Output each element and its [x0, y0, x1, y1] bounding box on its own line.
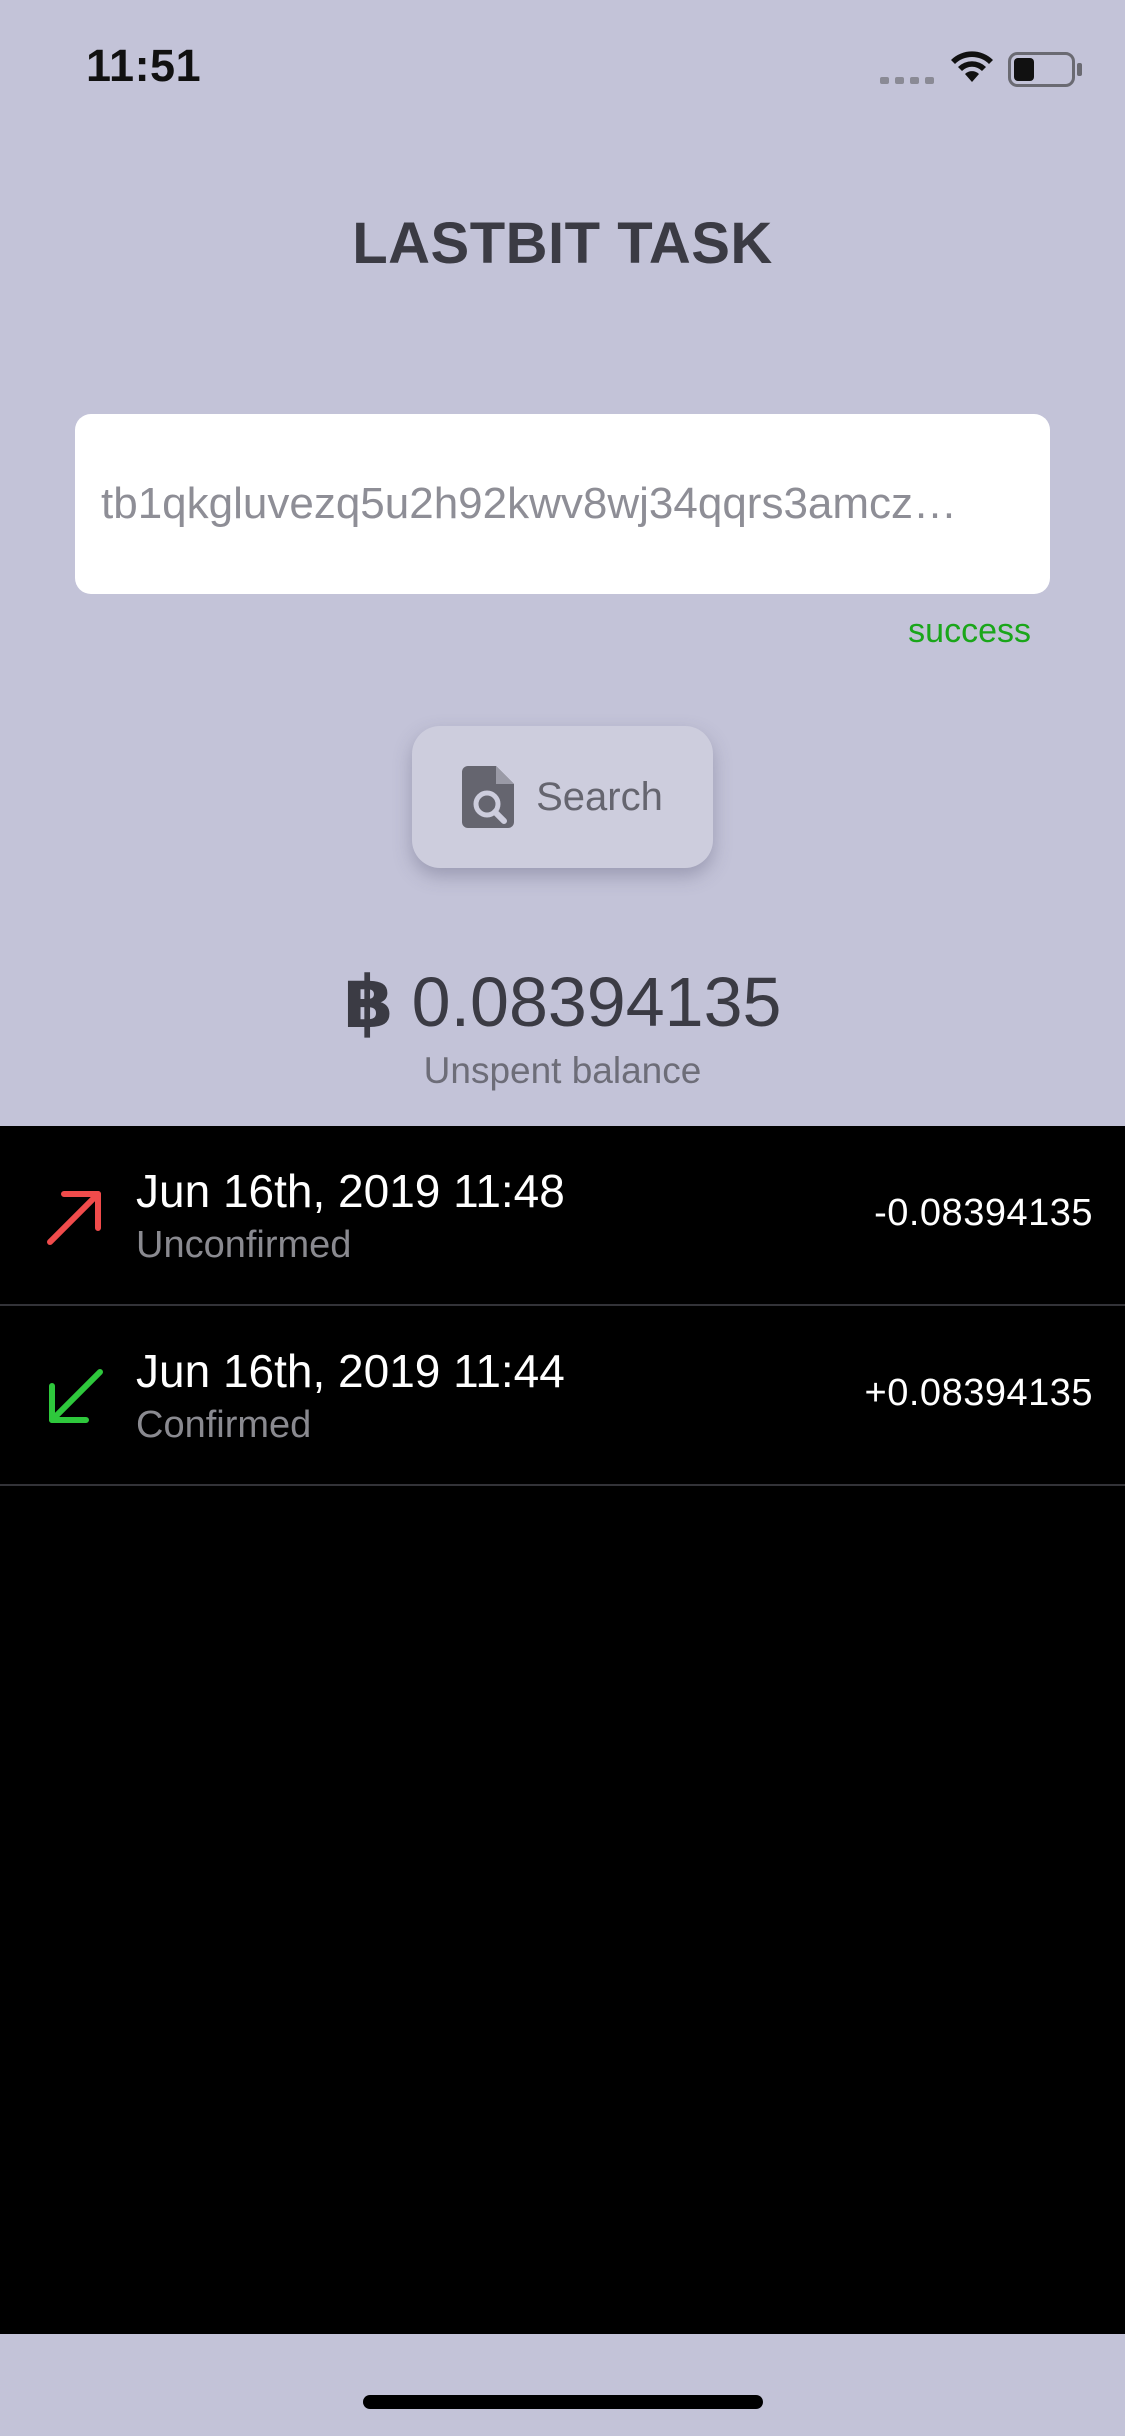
home-indicator[interactable]	[363, 2395, 763, 2409]
transaction-list: Jun 16th, 2019 11:48 Unconfirmed -0.0839…	[0, 1126, 1125, 2334]
status-message: success	[908, 612, 1031, 650]
transaction-date: Jun 16th, 2019 11:48	[136, 1165, 565, 1217]
transaction-amount: +0.08394135	[864, 1372, 1093, 1414]
signal-icon	[880, 77, 934, 84]
battery-icon	[1008, 52, 1082, 87]
address-input-value: tb1qkgluvezq5u2h92kwv8wj34qqrs3amcz…	[101, 479, 958, 528]
page-title: LASTBIT TASK	[352, 211, 773, 276]
arrow-down-left-icon	[49, 1369, 103, 1423]
transaction-status: Confirmed	[136, 1404, 312, 1446]
status-time: 11:51	[86, 40, 202, 91]
search-button[interactable]: Search	[412, 726, 713, 868]
transaction-row[interactable]: Jun 16th, 2019 11:48 Unconfirmed -0.0839…	[0, 1126, 1125, 1306]
bitcoin-icon: ฿	[343, 963, 394, 1043]
transaction-date: Jun 16th, 2019 11:44	[136, 1345, 565, 1397]
balance-value: 0.08394135	[411, 963, 782, 1041]
address-input[interactable]: tb1qkgluvezq5u2h92kwv8wj34qqrs3amcz…	[75, 414, 1050, 594]
app-screen: 11:51 LASTBIT TASK tb1qkgluvezq5u2h92kwv…	[0, 0, 1125, 2436]
file-search-icon	[462, 766, 515, 828]
wifi-icon	[951, 51, 993, 82]
status-bar: 11:51	[0, 0, 1125, 132]
transaction-status: Unconfirmed	[136, 1224, 352, 1266]
search-button-label: Search	[536, 774, 663, 819]
balance-caption: Unspent balance	[423, 1050, 702, 1091]
transaction-amount: -0.08394135	[874, 1192, 1093, 1234]
arrow-up-right-icon	[47, 1191, 101, 1245]
balance: ฿ 0.08394135	[0, 960, 1125, 1044]
transaction-row[interactable]: Jun 16th, 2019 11:44 Confirmed +0.083941…	[0, 1306, 1125, 1486]
